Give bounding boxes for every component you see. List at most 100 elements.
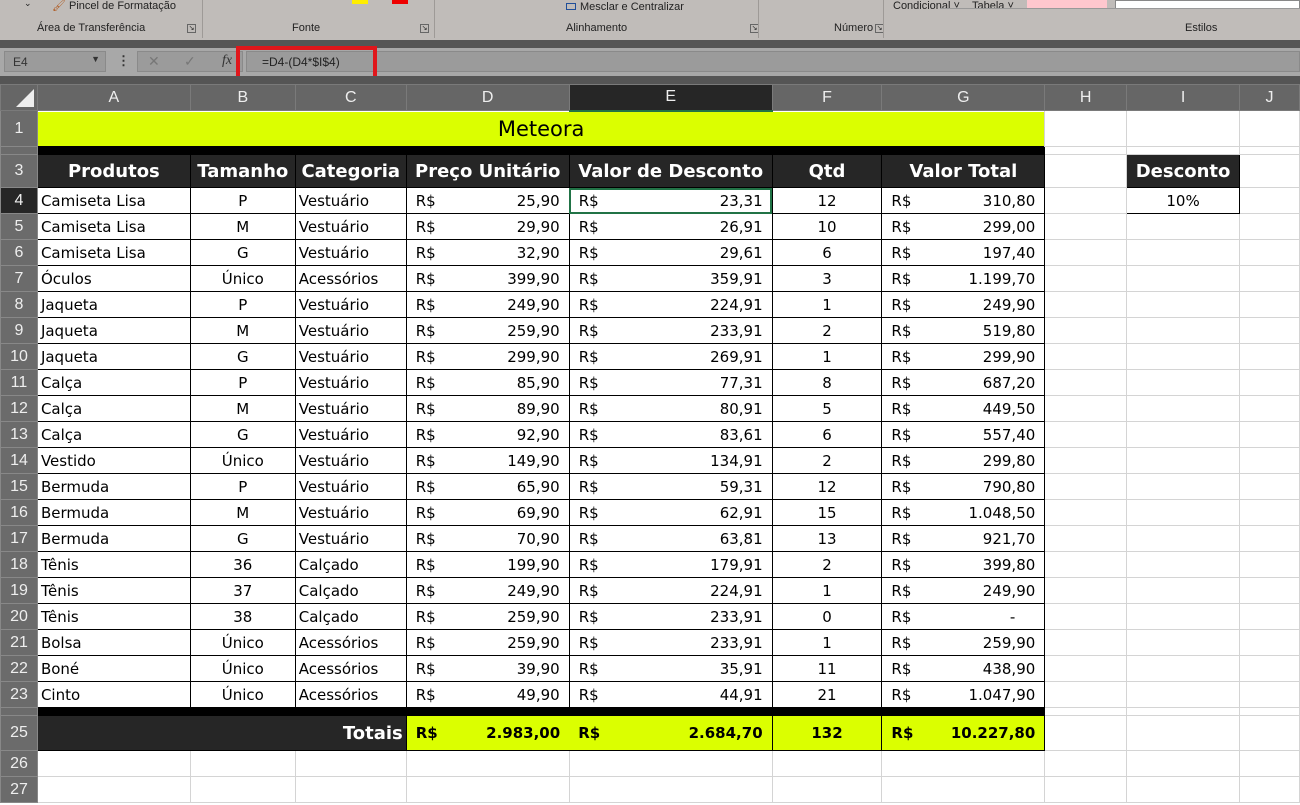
row-header-16[interactable]: 16 [0,499,38,526]
highlight-color-icon[interactable] [352,0,368,4]
empty-cell[interactable] [1239,421,1300,448]
discount-value-cell[interactable]: R$ 224,91 [568,291,773,318]
total-value-cell[interactable]: R$ 299,80 [881,447,1046,474]
empty-cell[interactable] [189,776,296,803]
quantity-cell[interactable]: 3 [771,265,883,292]
empty-cell[interactable] [1126,603,1241,630]
size-cell[interactable]: P [189,473,296,500]
discount-value-cell[interactable]: R$ 80,91 [568,395,773,422]
category-cell[interactable]: Acessórios [294,629,407,656]
empty-cell[interactable] [1239,577,1300,604]
row-header-21[interactable]: 21 [0,629,38,656]
row-header-22[interactable]: 22 [0,655,38,682]
empty-cell[interactable] [1044,265,1128,292]
empty-cell[interactable] [294,776,407,803]
row-header-24[interactable] [0,707,38,716]
total-value-cell[interactable]: R$ 299,90 [881,343,1046,370]
product-cell[interactable]: Calça [36,369,191,396]
total-value-cell[interactable]: R$ 921,70 [881,525,1046,552]
clipboard-launcher-icon[interactable]: ↘ [187,24,196,33]
empty-cell[interactable] [1044,395,1128,422]
total-value-cell[interactable]: R$ - [881,603,1046,630]
conditional-formatting-button[interactable]: Condicional ˅ [893,0,960,12]
category-cell[interactable]: Vestuário [294,499,407,526]
row-header-9[interactable]: 9 [0,317,38,344]
product-cell[interactable]: Jaqueta [36,343,191,370]
empty-cell[interactable] [1044,750,1128,777]
empty-cell[interactable] [1044,213,1128,240]
empty-cell[interactable] [1126,715,1241,751]
insert-function-icon[interactable]: fx [222,53,232,69]
empty-cell[interactable] [1126,499,1241,526]
empty-cell[interactable] [1126,421,1241,448]
size-cell[interactable]: 38 [189,603,296,630]
formula-input[interactable]: =D4-(D4*$I$4) [246,51,1300,72]
empty-cell[interactable] [1239,213,1300,240]
empty-cell[interactable] [1044,473,1128,500]
discount-value-cell[interactable]: R$ 77,31 [568,369,773,396]
empty-cell[interactable] [1126,369,1241,396]
empty-cell[interactable] [1126,213,1241,240]
row-header-25[interactable]: 25 [0,715,38,751]
discount-value-cell[interactable]: R$ 23,31 [568,187,773,214]
discount-value-cell[interactable]: R$ 29,61 [568,239,773,266]
empty-cell[interactable] [1239,707,1300,716]
empty-cell[interactable] [1044,551,1128,578]
column-header-g[interactable]: G [881,84,1046,111]
format-as-table-button[interactable]: Tabela ˅ [972,0,1014,12]
empty-cell[interactable] [1239,187,1300,214]
quantity-cell[interactable]: 0 [771,603,883,630]
column-header-h[interactable]: H [1044,84,1128,111]
total-discount[interactable]: R$ 2.684,70 [569,715,773,751]
column-title[interactable]: Preço Unitário [405,154,570,188]
product-cell[interactable]: Camiseta Lisa [36,213,191,240]
empty-cell[interactable] [1126,707,1241,716]
category-cell[interactable]: Acessórios [294,265,407,292]
product-cell[interactable]: Camiseta Lisa [36,187,191,214]
select-all-button[interactable] [0,84,38,111]
total-value-cell[interactable]: R$ 519,80 [881,317,1046,344]
row-header-12[interactable]: 12 [0,395,38,422]
empty-cell[interactable] [1044,499,1128,526]
discount-value-cell[interactable]: R$ 26,91 [568,213,773,240]
column-title[interactable]: Tamanho [189,154,296,188]
column-header-i[interactable]: I [1126,84,1241,111]
size-cell[interactable]: Único [189,655,296,682]
row-header-13[interactable]: 13 [0,421,38,448]
empty-cell[interactable] [1239,317,1300,344]
more-options-icon[interactable]: ⋮ [117,53,130,69]
empty-cell[interactable] [1044,146,1128,155]
total-value-cell[interactable]: R$ 1.047,90 [881,681,1046,708]
total-value-cell[interactable]: R$ 687,20 [881,369,1046,396]
empty-cell[interactable] [1126,525,1241,552]
empty-cell[interactable] [568,750,773,777]
empty-cell[interactable] [1044,421,1128,448]
empty-cell[interactable] [1239,776,1300,803]
quantity-cell[interactable]: 15 [771,499,883,526]
size-cell[interactable]: M [189,213,296,240]
discount-value-cell[interactable]: R$ 44,91 [568,681,773,708]
unit-price-cell[interactable]: R$ 399,90 [405,265,570,292]
column-title[interactable]: Qtd [771,154,883,188]
unit-price-cell[interactable]: R$ 89,90 [405,395,570,422]
category-cell[interactable]: Vestuário [294,473,407,500]
empty-cell[interactable] [1126,291,1241,318]
quantity-cell[interactable]: 1 [771,629,883,656]
size-cell[interactable]: G [189,525,296,552]
discount-value-cell[interactable]: R$ 59,31 [568,473,773,500]
quantity-cell[interactable]: 1 [771,343,883,370]
quantity-cell[interactable]: 2 [771,317,883,344]
size-cell[interactable]: Único [189,447,296,474]
category-cell[interactable]: Vestuário [294,525,407,552]
discount-value-cell[interactable]: R$ 35,91 [568,655,773,682]
row-header-6[interactable]: 6 [0,239,38,266]
quantity-cell[interactable]: 5 [771,395,883,422]
quantity-cell[interactable]: 2 [771,447,883,474]
discount-value-cell[interactable]: R$ 63,81 [568,525,773,552]
quantity-cell[interactable]: 6 [771,421,883,448]
total-value-cell[interactable]: R$ 259,90 [881,629,1046,656]
empty-cell[interactable] [36,750,191,777]
category-cell[interactable]: Vestuário [294,369,407,396]
category-cell[interactable]: Vestuário [294,213,407,240]
total-value-cell[interactable]: R$ 249,90 [881,577,1046,604]
